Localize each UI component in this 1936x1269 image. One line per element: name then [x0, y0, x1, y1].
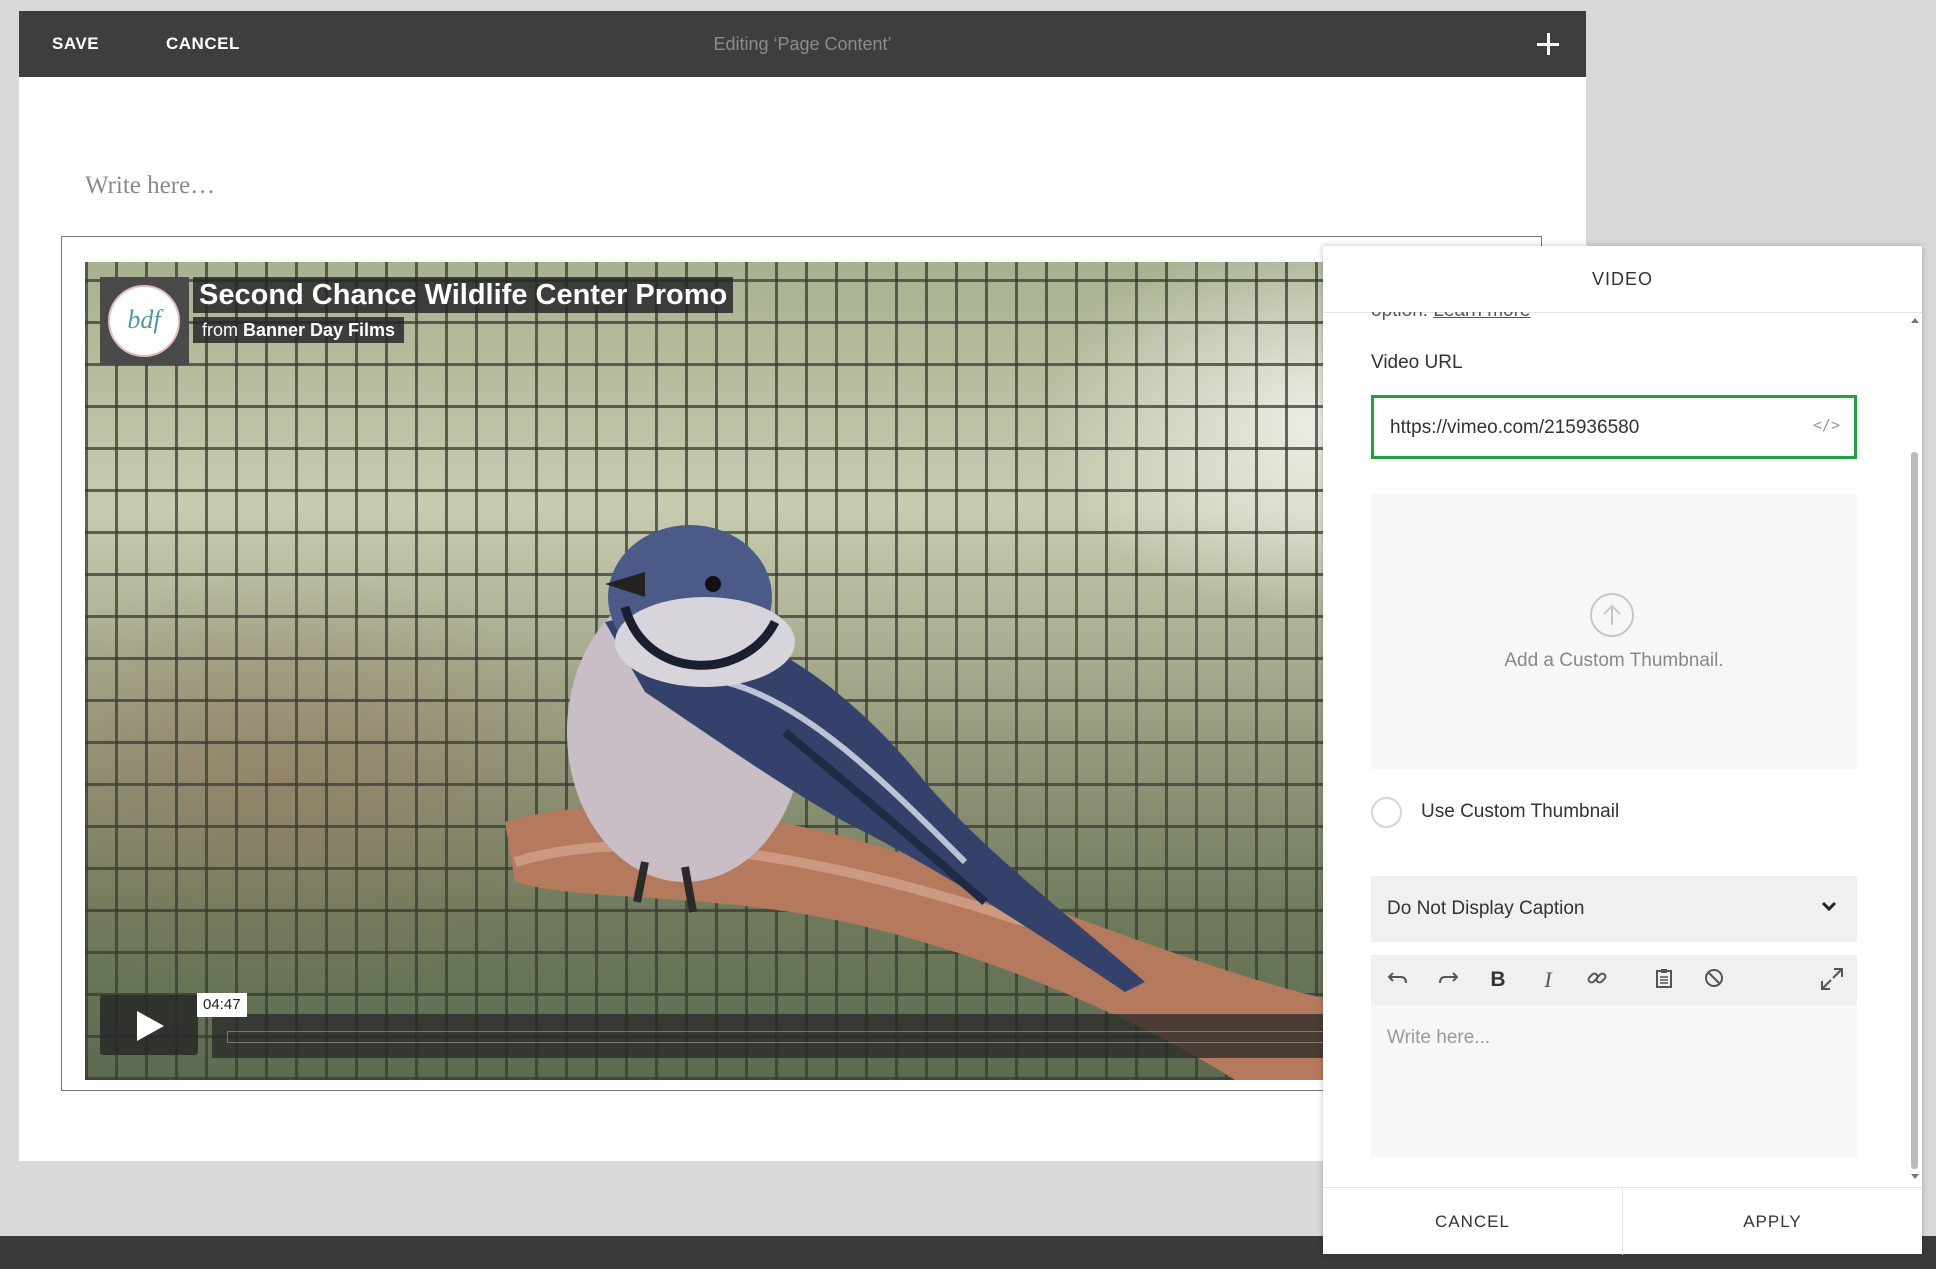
paste-icon[interactable] — [1651, 967, 1677, 993]
embed-code-icon[interactable]: </> — [1813, 416, 1840, 434]
scroll-down-arrow-icon[interactable] — [1911, 1174, 1919, 1179]
custom-thumbnail-radio[interactable] — [1371, 797, 1402, 828]
custom-thumbnail-dropzone[interactable]: Add a Custom Thumbnail. — [1371, 494, 1857, 769]
plus-icon[interactable] — [1532, 28, 1564, 60]
scroll-up-arrow-icon[interactable] — [1911, 318, 1919, 323]
text-block-placeholder[interactable]: Write here… — [85, 172, 215, 200]
byline-prefix: from — [202, 320, 238, 340]
bird-on-branch-image — [505, 525, 1343, 1080]
scrollbar-thumb[interactable] — [1911, 452, 1918, 1169]
video-title[interactable]: Second Chance Wildlife Center Promo — [193, 277, 734, 313]
progress-bar[interactable] — [212, 1014, 1343, 1058]
caption-display-select[interactable]: Do Not Display Caption — [1371, 876, 1857, 942]
panel-apply-button[interactable]: APPLY — [1623, 1188, 1922, 1255]
progress-track[interactable] — [227, 1031, 1343, 1043]
panel-cancel-button[interactable]: CANCEL — [1323, 1188, 1623, 1255]
help-text-prefix: option. — [1371, 312, 1428, 321]
caption-editor[interactable]: Write here... — [1371, 1005, 1857, 1157]
video-player[interactable]: bdf Second Chance Wildlife Center Promo … — [85, 262, 1343, 1080]
channel-logo[interactable]: bdf — [100, 277, 189, 365]
link-icon[interactable] — [1584, 967, 1610, 993]
video-url-label: Video URL — [1371, 352, 1463, 373]
caption-editor-toolbar: B I — [1371, 955, 1857, 1005]
learn-more-link[interactable]: Learn more — [1433, 312, 1530, 321]
italic-icon[interactable]: I — [1535, 967, 1561, 993]
expand-icon[interactable] — [1819, 967, 1845, 993]
redo-icon[interactable] — [1435, 967, 1461, 993]
video-byline[interactable]: from Banner Day Films — [193, 317, 405, 343]
bold-icon[interactable]: B — [1485, 967, 1511, 993]
panel-footer: CANCEL APPLY — [1323, 1187, 1922, 1255]
panel-title: VIDEO — [1323, 246, 1922, 313]
editor-toolbar: SAVE CANCEL Editing ‘Page Content’ — [19, 11, 1586, 77]
help-text: option. Learn more — [1371, 312, 1531, 322]
video-url-input[interactable] — [1388, 398, 1792, 458]
undo-icon[interactable] — [1385, 967, 1411, 993]
video-url-field[interactable]: </> — [1371, 395, 1857, 459]
panel-body: option. Learn more Video URL </> Add a C… — [1323, 312, 1922, 1182]
play-icon[interactable] — [100, 995, 198, 1055]
clear-format-icon[interactable] — [1701, 967, 1727, 993]
video-settings-panel: VIDEO option. Learn more Video URL </> A… — [1323, 246, 1922, 1255]
thumbnail-hint: Add a Custom Thumbnail. — [1504, 650, 1724, 671]
editing-title: Editing ‘Page Content’ — [713, 34, 892, 54]
chevron-down-icon — [1821, 901, 1837, 912]
caption-placeholder: Write here... — [1387, 1027, 1491, 1048]
panel-scrollbar[interactable] — [1909, 312, 1919, 1182]
video-duration: 04:47 — [197, 993, 247, 1017]
upload-arrow-icon — [1590, 593, 1634, 637]
caption-select-value: Do Not Display Caption — [1387, 898, 1585, 919]
byline-author[interactable]: Banner Day Films — [243, 320, 395, 340]
channel-logo-text: bdf — [108, 285, 180, 357]
custom-thumbnail-label: Use Custom Thumbnail — [1421, 801, 1620, 822]
